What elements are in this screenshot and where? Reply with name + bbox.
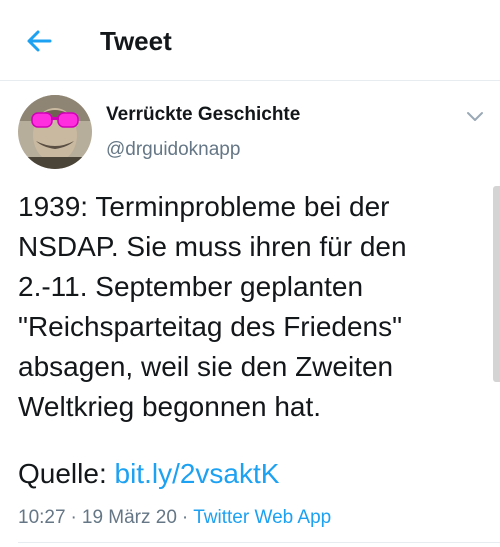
source-line: Quelle: bit.ly/2vsaktK xyxy=(18,454,279,494)
source-link[interactable]: bit.ly/2vsaktK xyxy=(115,458,280,489)
tweet-menu-button[interactable] xyxy=(464,105,486,127)
back-button[interactable] xyxy=(22,24,56,58)
arrow-left-icon xyxy=(27,30,52,52)
scrollbar[interactable] xyxy=(493,186,500,382)
tweet-date: 19 März 20 xyxy=(81,507,177,528)
author-handle[interactable]: @drguidoknapp xyxy=(106,139,240,161)
tweet-metadata: 10:27 · 19 März 20 · Twitter Web App xyxy=(18,505,331,531)
tweet-time: 10:27 xyxy=(18,507,66,528)
meta-separator: · xyxy=(70,507,77,528)
avatar[interactable] xyxy=(18,95,92,169)
page-title: Tweet xyxy=(100,26,172,56)
avatar-image xyxy=(18,95,92,169)
chevron-down-icon xyxy=(467,112,483,121)
tweet-text: 1939: Terminprobleme bei der NSDAP. Sie … xyxy=(18,191,407,422)
tweet-source-app[interactable]: Twitter Web App xyxy=(193,507,331,528)
source-label: Quelle: xyxy=(18,458,107,489)
top-bar: Tweet xyxy=(0,0,500,81)
meta-separator: · xyxy=(181,507,189,528)
author-name[interactable]: Verrückte Geschichte xyxy=(106,104,300,126)
divider xyxy=(18,542,500,543)
